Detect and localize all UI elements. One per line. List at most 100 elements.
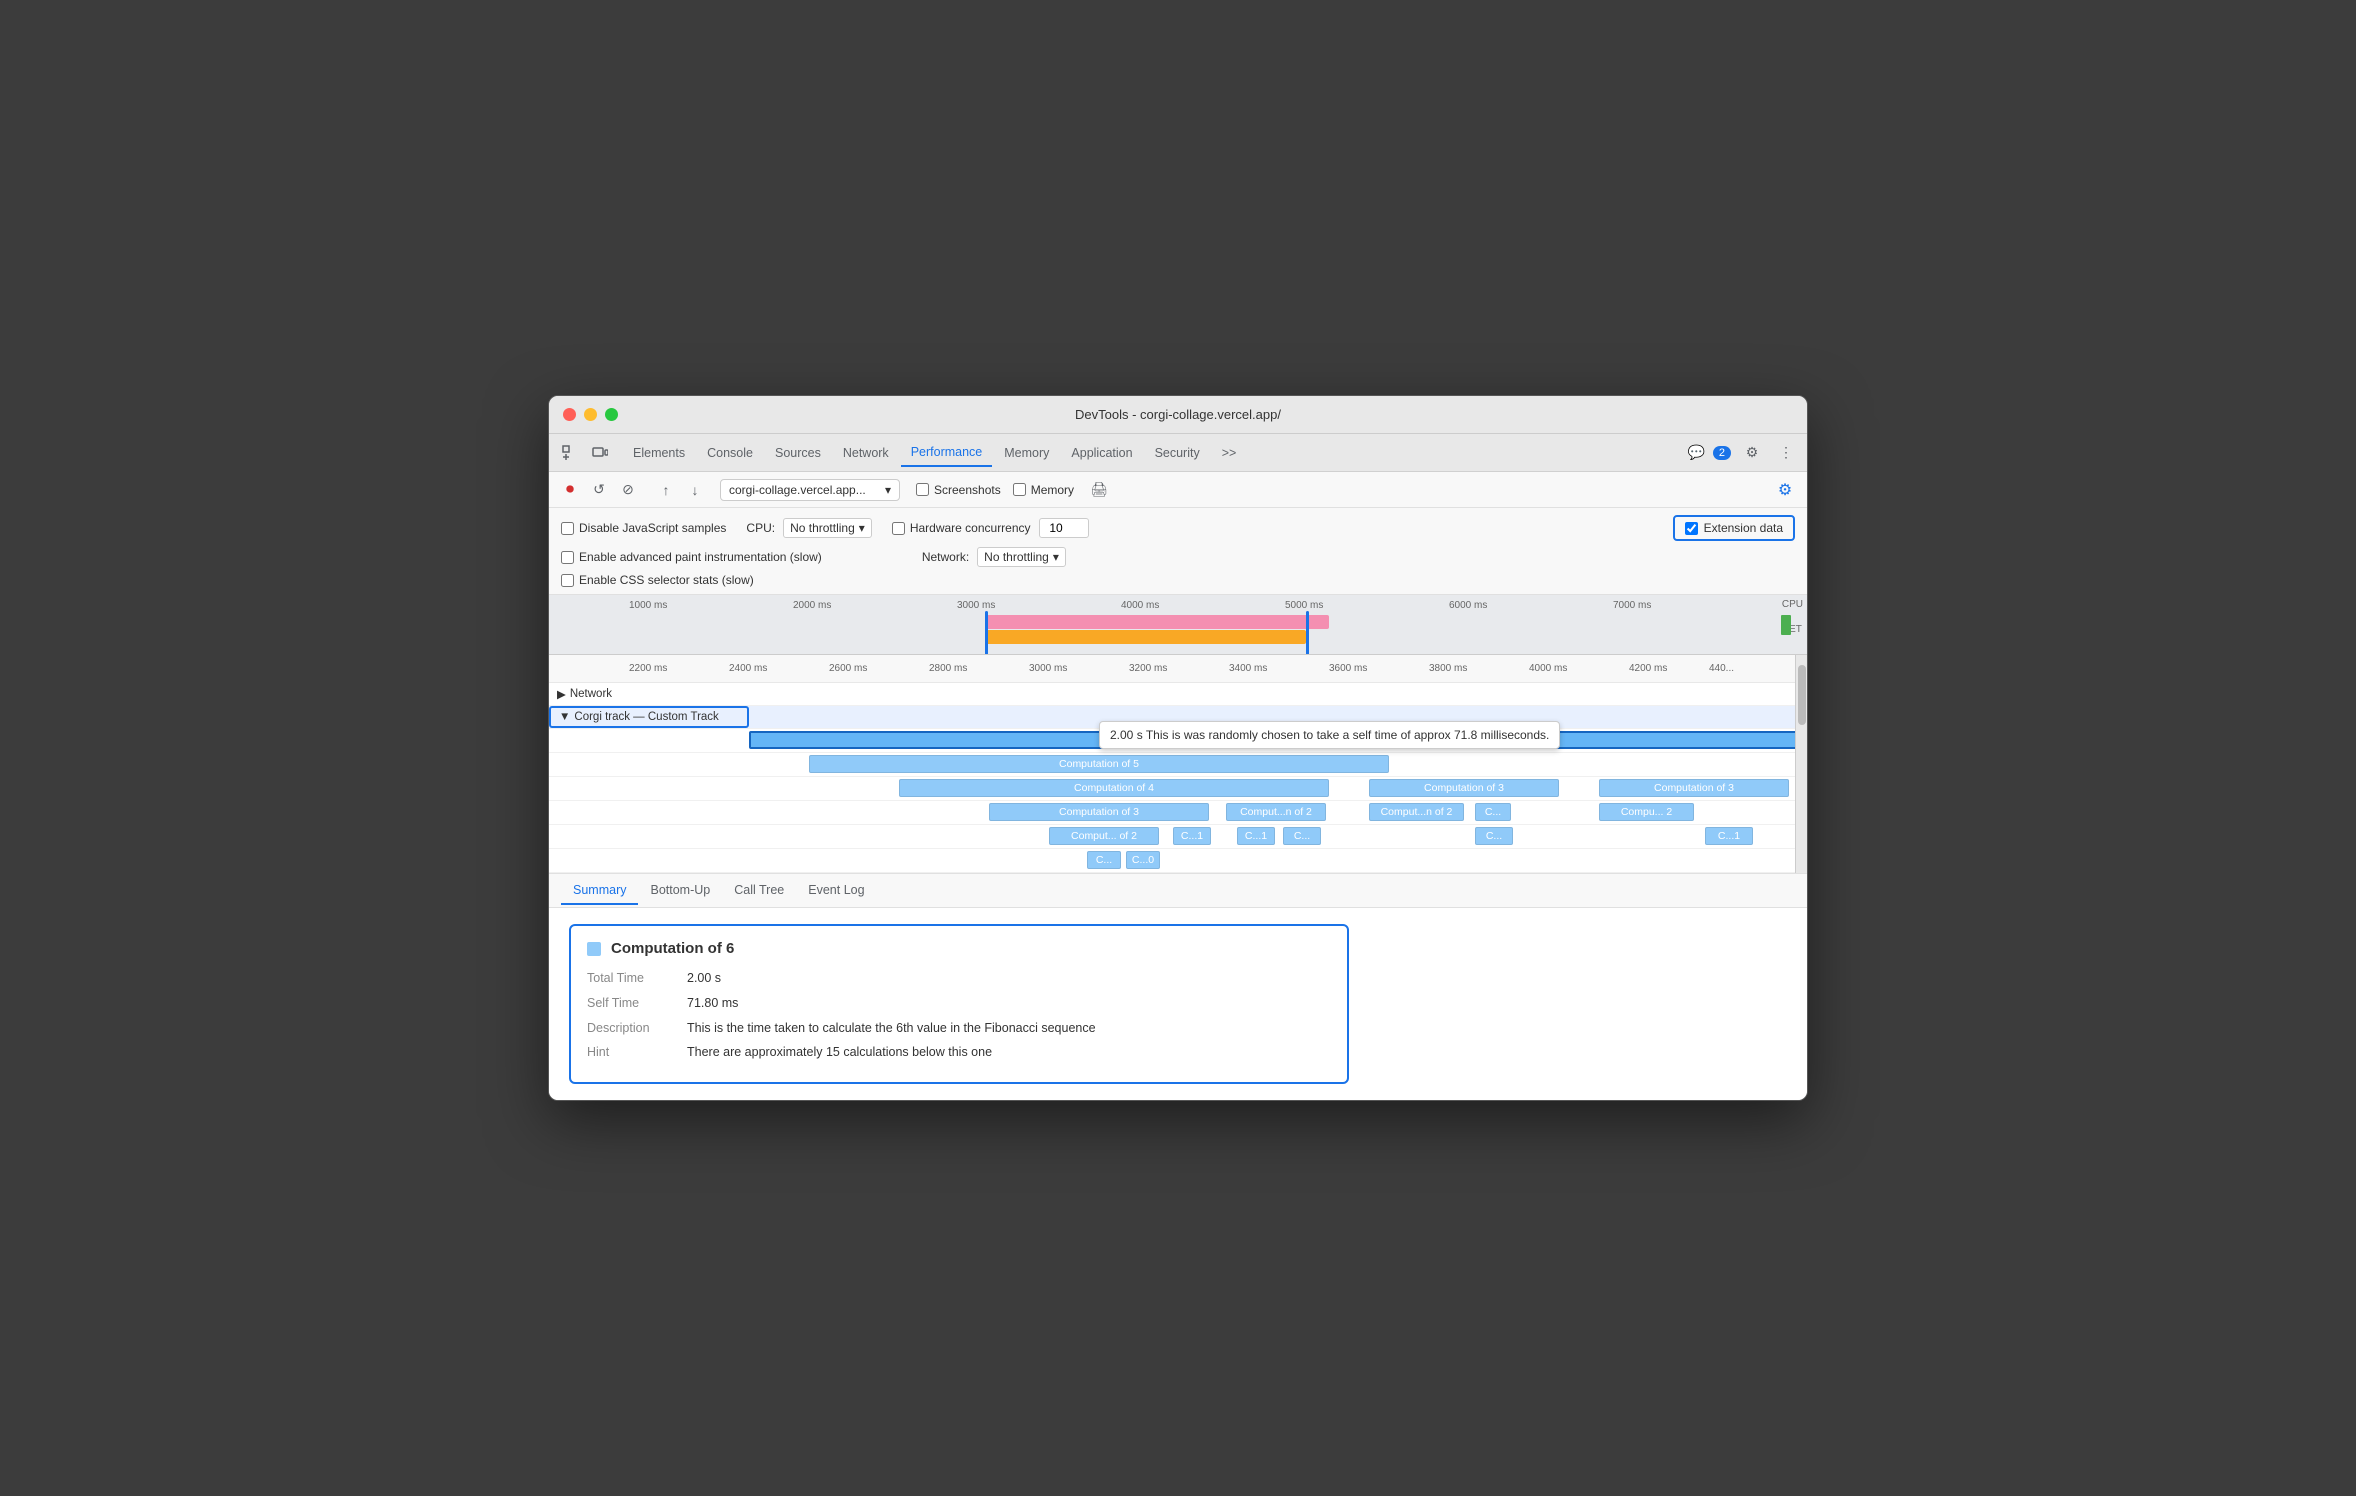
memory-checkbox[interactable] bbox=[1013, 483, 1026, 496]
title-bar: DevTools - corgi-collage.vercel.app/ bbox=[549, 396, 1807, 434]
timeline-bar-container bbox=[629, 615, 1777, 651]
network-value: No throttling bbox=[984, 550, 1049, 564]
performance-settings-icon[interactable]: ⚙ bbox=[1771, 476, 1799, 504]
computation-5-bar[interactable]: Computation of 5 bbox=[809, 755, 1389, 773]
c-bar-c[interactable]: C... bbox=[1475, 827, 1513, 845]
summary-panel: Computation of 6 Total Time 2.00 s Self … bbox=[549, 908, 1807, 1100]
notification-badge: 2 bbox=[1713, 446, 1731, 460]
computation-2c-bar[interactable]: Comput...n of 2 bbox=[1369, 803, 1464, 821]
record-button[interactable]: ⏺ bbox=[557, 477, 583, 503]
url-text: corgi-collage.vercel.app... bbox=[729, 483, 881, 497]
self-time-row: Self Time 71.80 ms bbox=[587, 994, 1331, 1013]
inspect-icon[interactable] bbox=[557, 440, 583, 466]
close-button[interactable] bbox=[563, 408, 576, 421]
screenshots-label: Screenshots bbox=[934, 483, 1001, 497]
comput-of-2e-bar[interactable]: Comput... of 2 bbox=[1049, 827, 1159, 845]
tab-application[interactable]: Application bbox=[1061, 440, 1142, 466]
computation-4-bar[interactable]: Computation of 4 bbox=[899, 779, 1329, 797]
network-track-row: ▶ Network bbox=[549, 683, 1807, 706]
ruler-label-1000: 1000 ms bbox=[629, 600, 793, 611]
hardware-concurrency-checkbox[interactable] bbox=[892, 522, 905, 535]
extension-data-checkbox[interactable] bbox=[1685, 522, 1698, 535]
hardware-concurrency-label[interactable]: Hardware concurrency bbox=[892, 521, 1031, 535]
enable-paint-checkbox[interactable] bbox=[561, 551, 574, 564]
tab-call-tree[interactable]: Call Tree bbox=[722, 877, 796, 905]
computation-5-label: Computation of 5 bbox=[1059, 758, 1139, 770]
tab-memory[interactable]: Memory bbox=[994, 440, 1059, 466]
ruler-label-4000: 4000 ms bbox=[1121, 600, 1285, 611]
bottom-tabs: Summary Bottom-Up Call Tree Event Log bbox=[549, 874, 1807, 908]
c1-bar-d[interactable]: C...1 bbox=[1705, 827, 1753, 845]
total-time-value: 2.00 s bbox=[687, 969, 721, 988]
clear-button[interactable]: ⊘ bbox=[615, 477, 641, 503]
options-line-1: Disable JavaScript samples CPU: No throt… bbox=[561, 512, 1795, 544]
c-bar-a[interactable]: C... bbox=[1475, 803, 1511, 821]
flame-row-deep: Comput... of 2 C...1 C...1 C... C... bbox=[549, 825, 1807, 849]
tab-more[interactable]: >> bbox=[1212, 440, 1247, 466]
tab-event-log[interactable]: Event Log bbox=[796, 877, 876, 905]
computation-3a-bar[interactable]: Computation of 3 bbox=[1369, 779, 1559, 797]
ruler-3400: 3400 ms bbox=[1229, 663, 1267, 674]
tab-bar: Elements Console Sources Network Perform… bbox=[549, 434, 1807, 472]
computation-2b-bar[interactable]: Comput...n of 2 bbox=[1226, 803, 1326, 821]
timeline-handle-left[interactable] bbox=[985, 611, 988, 655]
timeline-handle-right[interactable] bbox=[1306, 611, 1309, 655]
options-section: Disable JavaScript samples CPU: No throt… bbox=[549, 508, 1807, 595]
network-dropdown[interactable]: No throttling ▾ bbox=[977, 547, 1066, 567]
ruler-440: 440... bbox=[1709, 663, 1734, 674]
flame-row-deep-content: Comput... of 2 C...1 C...1 C... C... bbox=[749, 825, 1807, 849]
vertical-scrollbar[interactable] bbox=[1795, 655, 1807, 873]
tab-summary[interactable]: Summary bbox=[561, 877, 638, 905]
screenshots-checkbox[interactable] bbox=[916, 483, 929, 496]
compu-2d-bar[interactable]: Compu... 2 bbox=[1599, 803, 1694, 821]
scrollbar-thumb[interactable] bbox=[1798, 665, 1806, 725]
network-icon[interactable]: 🖨 bbox=[1086, 477, 1112, 503]
hardware-concurrency-input[interactable] bbox=[1039, 518, 1089, 538]
maximize-button[interactable] bbox=[605, 408, 618, 421]
c-bar-d[interactable]: C... bbox=[1087, 851, 1121, 869]
c0-bar-b[interactable]: C...0 bbox=[1126, 851, 1160, 869]
enable-paint-label[interactable]: Enable advanced paint instrumentation (s… bbox=[561, 550, 822, 564]
minimize-button[interactable] bbox=[584, 408, 597, 421]
tab-performance[interactable]: Performance bbox=[901, 439, 993, 467]
tab-bottom-up[interactable]: Bottom-Up bbox=[638, 877, 722, 905]
enable-css-label[interactable]: Enable CSS selector stats (slow) bbox=[561, 573, 754, 587]
url-dropdown-icon[interactable]: ▾ bbox=[885, 483, 891, 497]
track-area: ▶ Network ▼ Corgi track — Custom Track bbox=[549, 683, 1807, 873]
computation-3c-bar[interactable]: Computation of 3 bbox=[989, 803, 1209, 821]
tab-console[interactable]: Console bbox=[697, 440, 763, 466]
device-icon[interactable] bbox=[587, 440, 613, 466]
cpu-dropdown[interactable]: No throttling ▾ bbox=[783, 518, 872, 538]
disable-js-text: Disable JavaScript samples bbox=[579, 521, 726, 535]
enable-css-checkbox[interactable] bbox=[561, 574, 574, 587]
timeline-overview[interactable]: 1000 ms 2000 ms 3000 ms 4000 ms 5000 ms … bbox=[549, 595, 1807, 655]
network-track-label[interactable]: ▶ Network bbox=[549, 684, 679, 704]
refresh-record-button[interactable]: ↺ bbox=[586, 477, 612, 503]
network-throttle-group: Network: No throttling ▾ bbox=[922, 547, 1066, 567]
c-bar-b[interactable]: C... bbox=[1283, 827, 1321, 845]
tab-sources[interactable]: Sources bbox=[765, 440, 831, 466]
tab-elements[interactable]: Elements bbox=[623, 440, 695, 466]
computation-3b-bar[interactable]: Computation of 3 bbox=[1599, 779, 1789, 797]
hardware-concurrency-group: Hardware concurrency bbox=[892, 518, 1089, 538]
tab-security[interactable]: Security bbox=[1145, 440, 1210, 466]
url-display: corgi-collage.vercel.app... ▾ bbox=[720, 479, 900, 501]
download-button[interactable]: ↓ bbox=[682, 477, 708, 503]
custom-track-label-text: Corgi track — Custom Track bbox=[574, 711, 718, 723]
cpu-throttle-group: CPU: No throttling ▾ bbox=[746, 518, 871, 538]
summary-title: Computation of 6 bbox=[587, 940, 1331, 957]
c1-bar-c[interactable]: C...1 bbox=[1237, 827, 1275, 845]
ruler-3200: 3200 ms bbox=[1129, 663, 1167, 674]
disable-js-checkbox[interactable] bbox=[561, 522, 574, 535]
c1-bar-b[interactable]: C...1 bbox=[1173, 827, 1211, 845]
hardware-label-text: Hardware concurrency bbox=[910, 521, 1031, 535]
memory-checkbox-label[interactable]: Memory bbox=[1013, 483, 1074, 497]
upload-button[interactable]: ↑ bbox=[653, 477, 679, 503]
custom-track-label[interactable]: ▼ Corgi track — Custom Track bbox=[549, 706, 749, 728]
disable-js-label[interactable]: Disable JavaScript samples bbox=[561, 521, 726, 535]
screenshots-checkbox-label[interactable]: Screenshots bbox=[916, 483, 1001, 497]
settings-icon[interactable]: ⚙ bbox=[1739, 440, 1765, 466]
menu-icon[interactable]: ⋮ bbox=[1773, 440, 1799, 466]
tab-network[interactable]: Network bbox=[833, 440, 899, 466]
hint-key: Hint bbox=[587, 1043, 687, 1062]
